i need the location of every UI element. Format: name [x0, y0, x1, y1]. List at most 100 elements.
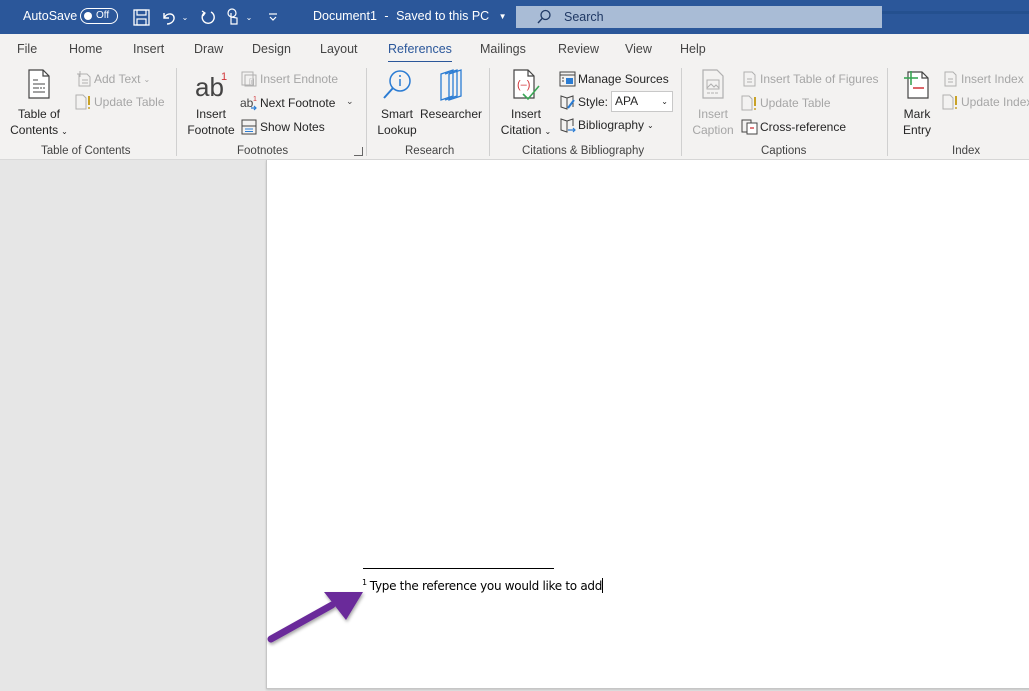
undo-icon[interactable]	[160, 6, 178, 28]
update-table-button[interactable]: Update Table	[74, 92, 165, 112]
tab-view[interactable]: View	[625, 42, 652, 56]
insert-footnote-icon: ab 1	[184, 68, 238, 102]
insert-table-of-figures-label: Insert Table of Figures	[760, 72, 879, 86]
table-of-contents-button[interactable]: Table of Contents ⌄	[8, 68, 70, 140]
chevron-down-icon: ⌄	[647, 120, 654, 130]
next-footnote-dropdown-icon[interactable]: ⌄	[346, 96, 354, 107]
document-title[interactable]: Document1 - Saved to this PC ▼	[313, 9, 507, 23]
touch-mode-icon[interactable]	[225, 6, 241, 28]
insert-table-of-figures-icon	[740, 70, 758, 88]
cross-reference-button[interactable]: Cross-reference	[740, 117, 846, 137]
group-separator	[489, 68, 490, 156]
bibliography-button[interactable]: Bibliography ⌄	[558, 115, 654, 135]
tab-layout[interactable]: Layout	[320, 42, 358, 56]
insert-footnote-label-line2: Footnote	[187, 123, 235, 137]
next-footnote-button[interactable]: ab 1 Next Footnote	[240, 93, 335, 113]
style-label-group: Style:	[558, 92, 608, 112]
customize-toolbar-icon[interactable]	[266, 6, 280, 28]
mark-entry-icon	[896, 68, 938, 102]
tab-draw[interactable]: Draw	[194, 42, 223, 56]
update-index-button[interactable]: Update Index	[941, 92, 1029, 112]
bibliography-label: Bibliography	[578, 118, 645, 132]
smart-lookup-label-line2: Lookup	[377, 123, 417, 137]
add-text-label: Add Text	[94, 72, 141, 86]
insert-endnote-icon: [i]	[240, 70, 258, 88]
chevron-down-icon: ⌄	[661, 97, 668, 106]
save-icon[interactable]	[131, 6, 151, 28]
svg-text:(–): (–)	[517, 79, 530, 91]
insert-citation-icon: (–)	[496, 68, 556, 102]
search-icon	[536, 9, 552, 28]
undo-dropdown-icon[interactable]: ⌄	[180, 6, 190, 28]
researcher-label: Researcher	[420, 107, 483, 121]
group-separator	[366, 68, 367, 156]
insert-endnote-button[interactable]: [i] Insert Endnote	[240, 69, 338, 89]
annotation-arrow-icon	[267, 592, 363, 643]
search-box[interactable]: Search	[516, 6, 882, 28]
researcher-icon	[420, 68, 482, 102]
citation-style-select[interactable]: APA ⌄	[611, 91, 673, 112]
insert-caption-label-line2: Caption	[692, 123, 734, 137]
group-separator	[176, 68, 177, 156]
update-table-figures-label: Update Table	[760, 96, 831, 110]
svg-text:1: 1	[221, 71, 227, 83]
save-status: Saved to this PC	[396, 9, 490, 23]
document-page[interactable]: 1 Type the reference you would like to ad…	[266, 160, 1029, 689]
touch-dropdown-icon[interactable]: ⌄	[244, 6, 254, 28]
title-bar-decoration	[882, 11, 1029, 14]
tab-insert[interactable]: Insert	[133, 42, 164, 56]
smart-lookup-icon	[374, 68, 420, 102]
footnotes-dialog-launcher-icon[interactable]	[354, 147, 363, 156]
tab-mailings[interactable]: Mailings	[480, 42, 526, 56]
search-placeholder: Search	[564, 10, 604, 24]
insert-index-button[interactable]: Insert Index	[941, 69, 1024, 89]
tab-help[interactable]: Help	[680, 42, 706, 56]
tab-review[interactable]: Review	[558, 42, 599, 56]
smart-lookup-button[interactable]: Smart Lookup	[374, 68, 420, 138]
group-label-footnotes: Footnotes	[237, 145, 289, 157]
title-bar: AutoSave Off ⌄ ⌄ Document1 - Saved to th…	[0, 0, 1029, 34]
tab-references[interactable]: References	[388, 42, 452, 64]
redo-icon[interactable]	[199, 6, 217, 28]
show-notes-button[interactable]: Show Notes	[240, 117, 325, 137]
citation-style-value: APA	[615, 94, 639, 108]
tab-file[interactable]: File	[17, 42, 37, 56]
autosave-toggle[interactable]: Off	[80, 8, 118, 24]
toc-label-line2: Contents	[10, 123, 59, 137]
mark-entry-button[interactable]: Mark Entry	[896, 68, 938, 138]
insert-citation-button[interactable]: (–) Insert Citation ⌄	[496, 68, 556, 140]
group-label-captions: Captions	[761, 145, 807, 157]
manage-sources-button[interactable]: Manage Sources	[558, 69, 669, 89]
add-text-button[interactable]: Add Text ⌄	[74, 69, 150, 89]
show-notes-label: Show Notes	[260, 120, 325, 134]
group-label-research: Research	[405, 145, 455, 157]
toggle-knob	[84, 11, 92, 20]
manage-sources-icon	[558, 70, 576, 88]
group-label-index: Index	[952, 145, 981, 157]
cross-reference-icon	[740, 118, 758, 136]
cross-reference-label: Cross-reference	[760, 120, 847, 134]
document-name: Document1	[313, 9, 377, 23]
insert-caption-button[interactable]: Insert Caption	[689, 68, 737, 138]
add-text-icon	[74, 70, 92, 88]
footnote-separator-line	[363, 568, 554, 569]
svg-text:ab: ab	[195, 72, 224, 102]
autosave-state: Off	[96, 10, 110, 21]
group-separator	[681, 68, 682, 156]
update-table-figures-button[interactable]: Update Table	[740, 93, 831, 113]
tab-design[interactable]: Design	[252, 42, 291, 56]
insert-footnote-button[interactable]: ab 1 Insert Footnote	[184, 68, 238, 138]
smart-lookup-label-line1: Smart	[380, 107, 413, 121]
update-table-icon	[74, 93, 92, 111]
insert-footnote-label-line1: Insert	[195, 107, 226, 121]
researcher-button[interactable]: Researcher	[420, 68, 482, 122]
chevron-down-icon: ⌄	[544, 127, 552, 136]
document-workspace: 1 Type the reference you would like to ad…	[0, 160, 1029, 691]
insert-index-icon	[941, 70, 959, 88]
footnote[interactable]: 1 Type the reference you would like to ad…	[362, 578, 604, 593]
tab-home[interactable]: Home	[69, 42, 102, 56]
insert-table-of-figures-button[interactable]: Insert Table of Figures	[740, 69, 879, 89]
mark-entry-label-line2: Entry	[902, 123, 931, 137]
mark-entry-label-line1: Mark	[903, 107, 931, 121]
next-footnote-label: Next Footnote	[260, 96, 336, 110]
